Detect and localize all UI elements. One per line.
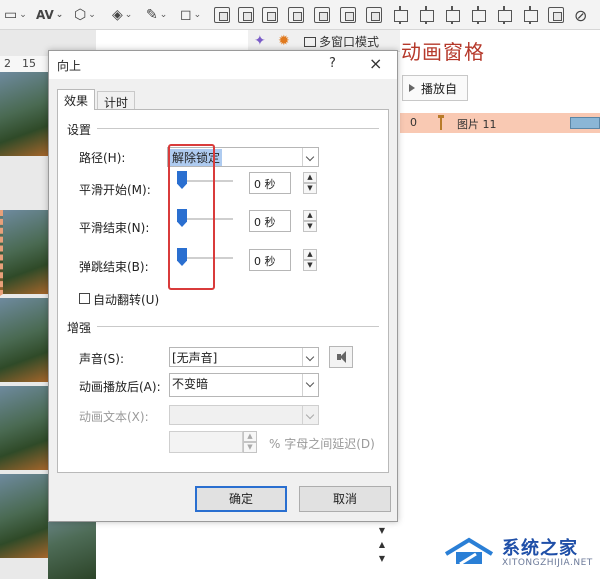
letter-delay-stepper[interactable]: ▲ ▼	[243, 431, 257, 453]
animate-text-label: 动画文本(X):	[79, 410, 149, 424]
spin-up-icon[interactable]: ▲	[303, 249, 317, 260]
slide-thumbnail[interactable]	[0, 298, 48, 384]
scroll-down-icon[interactable]: ▼	[376, 524, 388, 538]
ruler: 2 15	[0, 56, 48, 72]
dialog-titlebar: 向上 ? ×	[49, 51, 397, 79]
watermark: 系统之家 XITONGZHIJIA.NET	[440, 528, 600, 579]
tab-timing[interactable]: 计时	[97, 91, 136, 111]
gear-icon[interactable]: ✹	[278, 33, 290, 49]
char-spacing-icon[interactable]: AV ⌄	[36, 5, 63, 25]
ribbon-toolbar: ▭ ⌄ AV ⌄ ⬡ ⌄ ◈ ⌄ ✎ ⌄ ◻ ⌄ ⊘	[0, 0, 600, 30]
chevron-down-icon	[302, 148, 318, 166]
ruler-mark: 15	[22, 57, 36, 70]
selection-pane-icon[interactable]	[366, 7, 382, 23]
fill-color-icon[interactable]: ◈ ⌄	[112, 5, 132, 25]
help-button[interactable]: ?	[329, 56, 336, 71]
after-animation-select[interactable]: 不变暗	[169, 373, 319, 397]
section-divider	[97, 326, 379, 327]
letter-delay-label: % 字母之间延迟(D)	[269, 437, 375, 451]
align-middle-icon[interactable]	[496, 6, 512, 24]
cancel-button[interactable]: 取消	[299, 486, 391, 512]
align-center-icon[interactable]	[418, 6, 434, 24]
dialog-title: 向上	[57, 59, 82, 73]
sound-select[interactable]: [无声音]	[169, 347, 319, 367]
auto-reverse-checkbox[interactable]	[79, 293, 90, 304]
shapes-icon[interactable]: ⬡ ⌄	[74, 5, 96, 25]
settings-heading: 设置	[67, 123, 92, 137]
scroll-up-icon[interactable]: ▲	[376, 538, 388, 552]
ungroup-icon[interactable]	[288, 7, 304, 23]
chevron-down-icon	[302, 348, 318, 366]
bounce-end-label: 弹跳结束(B):	[79, 260, 149, 274]
path-label: 路径(H):	[79, 151, 126, 165]
enhance-heading: 增强	[67, 321, 92, 335]
smooth-start-input[interactable]: 0 秒	[249, 172, 291, 194]
distribute-icon[interactable]	[548, 7, 564, 23]
slide-thumbnail[interactable]	[0, 386, 48, 472]
slide-thumbnail[interactable]	[0, 474, 48, 560]
chevron-down-icon	[302, 406, 318, 424]
play-icon	[409, 84, 415, 92]
bounce-end-input[interactable]: 0 秒	[249, 249, 291, 271]
auto-reverse-label: 自动翻转(U)	[93, 293, 160, 307]
spin-up-icon[interactable]: ▲	[303, 210, 317, 221]
spin-down-icon[interactable]: ▼	[303, 221, 317, 232]
smooth-end-label: 平滑结束(N):	[79, 221, 150, 235]
animate-text-select[interactable]	[169, 405, 319, 425]
magic-icon[interactable]: ✦	[254, 33, 266, 49]
close-button[interactable]: ×	[369, 54, 382, 73]
spin-down-icon[interactable]: ▼	[303, 260, 317, 271]
arrange-back-icon[interactable]	[238, 7, 254, 23]
scrollbar[interactable]: ▼ ▲ ▼	[376, 524, 388, 579]
rotate-icon[interactable]: ⊘	[574, 5, 587, 25]
multi-window-button[interactable]: 多窗口模式	[304, 33, 379, 50]
send-backward-icon[interactable]	[340, 7, 356, 23]
smooth-end-input[interactable]: 0 秒	[249, 210, 291, 232]
tab-effect[interactable]: 效果	[57, 89, 96, 110]
align-top-icon[interactable]	[470, 6, 486, 24]
align-bottom-icon[interactable]	[522, 6, 538, 24]
play-from-button[interactable]: 播放自	[402, 75, 468, 101]
slide-thumbnail[interactable]	[0, 210, 48, 296]
spin-down-icon[interactable]: ▼	[303, 183, 317, 194]
ok-button[interactable]: 确定	[195, 486, 287, 512]
smooth-start-label: 平滑开始(M):	[79, 183, 151, 197]
arrange-front-icon[interactable]	[214, 7, 230, 23]
chevron-down-icon	[302, 374, 318, 396]
animation-pane-title: 动画窗格	[401, 40, 485, 64]
scroll-down-icon[interactable]: ▼	[376, 552, 388, 566]
align-left-icon[interactable]	[392, 6, 408, 24]
after-animation-label: 动画播放后(A):	[79, 380, 161, 394]
section-divider	[97, 128, 379, 129]
letter-delay-input[interactable]	[169, 431, 243, 453]
timeline-bar[interactable]	[570, 117, 600, 129]
group-icon[interactable]	[262, 7, 278, 23]
bounce-end-stepper[interactable]: ▲ ▼	[303, 249, 317, 271]
effect-options-dialog: 向上 ? × 效果 计时 设置 路径(H): 解除锁定 平滑开始(M): 0 秒…	[48, 50, 398, 522]
spin-up-icon[interactable]: ▲	[243, 431, 257, 442]
house-logo-icon	[444, 537, 494, 566]
highlight-annotation	[168, 144, 215, 290]
shape-fill-icon[interactable]: ▭ ⌄	[4, 5, 27, 25]
sound-label: 声音(S):	[79, 352, 125, 366]
view-toolbar: ✦ ✹ 多窗口模式	[248, 30, 400, 52]
motion-path-icon	[438, 115, 444, 130]
smooth-end-stepper[interactable]: ▲ ▼	[303, 210, 317, 232]
spin-up-icon[interactable]: ▲	[303, 172, 317, 183]
animation-list-item[interactable]: 0 图片 11	[400, 113, 600, 133]
smooth-start-stepper[interactable]: ▲ ▼	[303, 172, 317, 194]
sound-preview-button[interactable]	[329, 346, 353, 368]
bring-forward-icon[interactable]	[314, 7, 330, 23]
pen-outline-icon[interactable]: ✎ ⌄	[146, 5, 167, 25]
ruler-mark: 2	[4, 57, 11, 70]
effects-icon[interactable]: ◻ ⌄	[180, 5, 201, 25]
window-icon	[304, 36, 316, 47]
spin-down-icon[interactable]: ▼	[243, 442, 257, 453]
align-right-icon[interactable]	[444, 6, 460, 24]
slide-thumbnail[interactable]	[0, 72, 48, 158]
